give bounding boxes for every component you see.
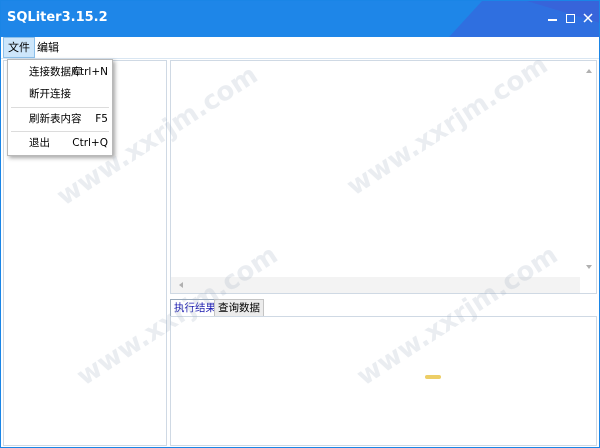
sql-editor[interactable] xyxy=(170,60,597,294)
menu-item-label: 退出 xyxy=(29,137,50,149)
scroll-down-icon[interactable] xyxy=(586,265,592,269)
minimize-icon xyxy=(547,19,557,21)
window-title: SQLiter3.15.2 xyxy=(7,10,108,25)
scroll-up-icon[interactable] xyxy=(586,69,592,73)
minimize-button[interactable] xyxy=(544,9,560,27)
menu-item-exit[interactable]: 退出 Ctrl+Q xyxy=(8,132,112,154)
close-icon xyxy=(583,13,593,23)
maximize-icon xyxy=(565,13,575,23)
scrollbar-corner xyxy=(580,277,596,293)
tab-query-data[interactable]: 查询数据 xyxy=(214,299,264,317)
menu-item-label: 刷新表内容 xyxy=(29,113,82,125)
file-menu-dropdown: 连接数据库 Ctrl+N 断开连接 刷新表内容 F5 退出 Ctrl+Q xyxy=(7,59,113,156)
menu-edit[interactable]: 编辑 xyxy=(33,37,63,58)
app-window: SQLiter3.15.2 文件 编辑 执行结果 查询数据 连接数据库 Ctrl… xyxy=(0,0,600,448)
menu-item-disconnect[interactable]: 断开连接 xyxy=(8,83,112,105)
menu-item-shortcut: Ctrl+N xyxy=(72,66,108,78)
menu-item-shortcut: Ctrl+Q xyxy=(72,137,108,149)
menu-bar: 文件 编辑 xyxy=(1,37,599,59)
result-tabs: 执行结果 查询数据 xyxy=(170,299,597,317)
maximize-button[interactable] xyxy=(562,9,578,27)
results-panel xyxy=(170,316,597,446)
tab-execution-result[interactable]: 执行结果 xyxy=(170,299,220,317)
title-bar[interactable]: SQLiter3.15.2 xyxy=(1,1,599,37)
menu-file[interactable]: 文件 xyxy=(3,37,35,58)
close-button[interactable] xyxy=(580,9,596,27)
menu-item-connect-database[interactable]: 连接数据库 Ctrl+N xyxy=(8,61,112,83)
menu-item-label: 断开连接 xyxy=(29,88,71,100)
menu-item-refresh-table[interactable]: 刷新表内容 F5 xyxy=(8,108,112,130)
menu-item-shortcut: F5 xyxy=(95,113,108,125)
scroll-left-icon[interactable] xyxy=(179,282,183,288)
editor-horizontal-scrollbar[interactable] xyxy=(171,277,581,293)
editor-vertical-scrollbar[interactable] xyxy=(580,61,596,277)
loading-indicator xyxy=(425,375,441,379)
